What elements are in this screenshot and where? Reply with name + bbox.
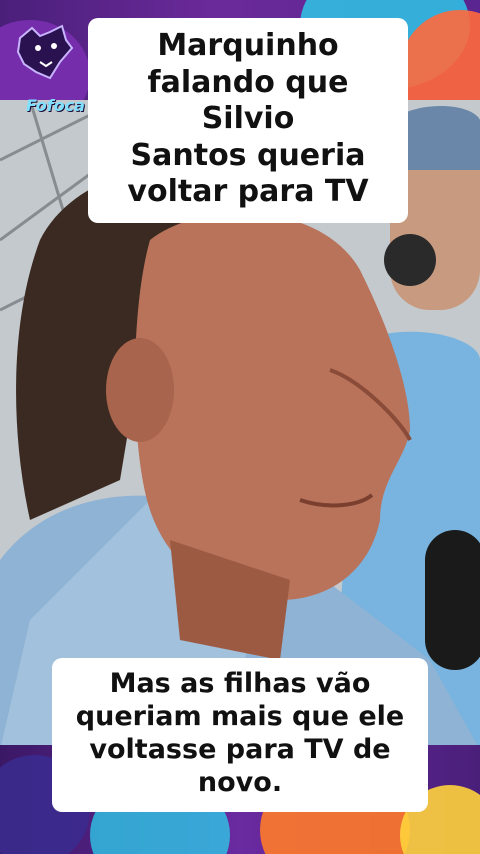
top-caption-line: falando que Silvio: [147, 64, 349, 137]
bottom-caption-line: voltasse para TV de: [89, 733, 391, 765]
top-caption: Marquinho falando que Silvio Santos quer…: [88, 18, 408, 223]
brand-name: Fofoca: [26, 96, 85, 115]
top-caption-line: Marquinho: [157, 28, 339, 63]
top-caption-line: Santos queria: [130, 137, 366, 173]
bear-head-icon: [16, 24, 74, 80]
bottom-caption-line: Mas as filhas vão: [109, 668, 371, 699]
bottom-caption-line: queriam mais que ele: [75, 700, 405, 732]
bottom-caption-line: novo.: [197, 766, 283, 798]
top-caption-line: voltar para TV: [127, 174, 369, 210]
video-frame: Fofoca Marquinho falando que Silvio Sant…: [0, 0, 480, 854]
brand-logo: Fofoca: [10, 18, 85, 115]
bottom-caption: Mas as filhas vão queriam mais que ele v…: [52, 658, 428, 812]
